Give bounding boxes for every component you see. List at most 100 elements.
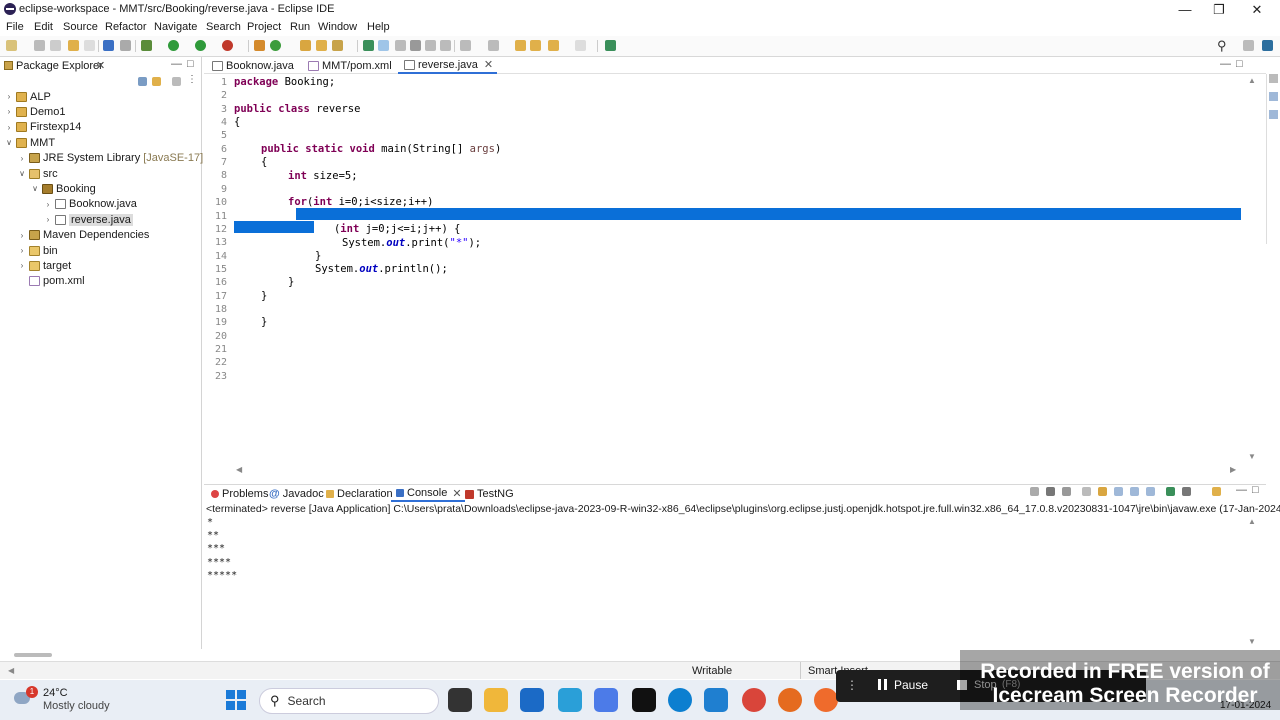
tree-item[interactable]: › Booknow.java <box>43 197 137 212</box>
firefox-icon[interactable] <box>778 688 802 712</box>
external-tools-icon[interactable] <box>222 40 233 51</box>
open-folder-icon[interactable] <box>316 40 327 51</box>
task-view-icon[interactable] <box>448 688 472 712</box>
redo-icon[interactable] <box>84 40 95 51</box>
collapse-all-icon[interactable] <box>138 77 147 86</box>
clear-console-icon[interactable] <box>1082 487 1091 496</box>
tree-item[interactable]: › target <box>17 258 71 273</box>
menu-file[interactable]: File <box>6 21 24 33</box>
explorer-scrollbar[interactable] <box>14 653 52 657</box>
remove-launch-icon[interactable] <box>1046 487 1055 496</box>
console-vertical-scrollbar[interactable]: ▲ ▼ <box>1246 517 1260 647</box>
tree-item[interactable]: ∨ src <box>17 166 58 181</box>
tab-declaration[interactable]: Declaration <box>321 486 396 502</box>
close-icon[interactable]: ✕ <box>96 59 105 72</box>
tree-item[interactable]: › reverse.java <box>43 212 133 227</box>
outline-icon[interactable] <box>1269 92 1278 101</box>
menu-edit[interactable]: Edit <box>34 21 53 33</box>
chevron-right-icon[interactable]: › <box>43 215 53 224</box>
recorder-app-icon[interactable] <box>814 688 838 712</box>
chevron-down-icon[interactable]: ∨ <box>17 169 27 178</box>
task-list-icon[interactable] <box>1269 110 1278 119</box>
windows-start-icon[interactable] <box>226 690 246 710</box>
scroll-left-icon[interactable]: ◀ <box>8 666 14 675</box>
chevron-right-icon[interactable]: › <box>17 231 27 240</box>
tab-booknow-java[interactable]: Booknow.java <box>206 57 298 74</box>
link-editor-icon[interactable] <box>152 77 161 86</box>
menu-source[interactable]: Source <box>63 21 98 33</box>
java-perspective-icon[interactable] <box>1262 40 1273 51</box>
package-explorer-tab[interactable]: Package Explorer <box>16 60 103 72</box>
block-select-icon[interactable] <box>410 40 421 51</box>
maximize-view-icon[interactable]: □ <box>187 58 194 70</box>
run-icon[interactable] <box>168 40 179 51</box>
chevron-right-icon[interactable]: › <box>17 261 27 270</box>
pause-button[interactable]: Pause <box>894 678 928 692</box>
menu-navigate[interactable]: Navigate <box>154 21 197 33</box>
code-area[interactable]: package Booking; public class reverse { … <box>204 74 1244 464</box>
chevron-down-icon[interactable]: ∨ <box>4 138 14 147</box>
vscode-icon[interactable] <box>704 688 728 712</box>
tree-item[interactable]: › JRE System Library [JavaSE-17] <box>17 151 203 166</box>
tree-item[interactable]: ∨ MMT <box>4 135 55 150</box>
maximize-button[interactable]: ❐ <box>1202 0 1236 19</box>
tree-item[interactable]: ∨ Booking <box>30 181 96 196</box>
editor-vertical-scrollbar[interactable]: ▲ ▼ <box>1246 74 1260 464</box>
skip-breakpoints-icon[interactable] <box>120 40 131 51</box>
new-class-icon[interactable] <box>270 40 281 51</box>
forward-icon[interactable] <box>575 40 586 51</box>
tree-item[interactable]: pom.xml <box>17 274 85 289</box>
save-all-icon[interactable] <box>50 40 61 51</box>
coverage-icon[interactable] <box>195 40 206 51</box>
show-whitespace-icon[interactable] <box>425 40 436 51</box>
tab-problems[interactable]: Problems <box>206 486 271 502</box>
terminate-icon[interactable] <box>1030 487 1039 496</box>
undo-icon[interactable] <box>68 40 79 51</box>
view-menu-icon[interactable]: ⋮ <box>187 74 197 85</box>
open-console-icon[interactable] <box>1212 487 1221 496</box>
last-edit-icon[interactable] <box>515 40 526 51</box>
annotation-icon[interactable] <box>363 40 374 51</box>
tab-javadoc[interactable]: @ Javadoc <box>266 486 327 502</box>
menu-help[interactable]: Help <box>367 21 390 33</box>
microsoft-store-icon[interactable] <box>520 688 544 712</box>
search-tool-icon[interactable] <box>332 40 343 51</box>
terminal-icon[interactable] <box>103 40 114 51</box>
search-icon[interactable]: ⚲ <box>1217 38 1227 54</box>
tree-item[interactable]: › Maven Dependencies <box>17 228 150 243</box>
editor-horizontal-scrollbar[interactable]: ◀ ▶ <box>234 465 1244 475</box>
open-perspective-icon[interactable] <box>1243 40 1254 51</box>
minimize-view-icon[interactable]: — <box>1220 58 1231 70</box>
back-dropdown-icon[interactable] <box>548 40 559 51</box>
save-icon[interactable] <box>34 40 45 51</box>
remove-all-icon[interactable] <box>1062 487 1071 496</box>
tree-item[interactable]: › ALP <box>4 89 51 104</box>
minimize-view-icon[interactable]: — <box>171 58 182 70</box>
word-wrap-icon[interactable] <box>1114 487 1123 496</box>
close-window-button[interactable]: ✕ <box>1240 0 1274 19</box>
minimize-button[interactable]: — <box>1168 0 1202 19</box>
zoom-icon[interactable] <box>594 688 618 712</box>
menu-refactor[interactable]: Refactor <box>105 21 147 33</box>
tree-item[interactable]: › bin <box>17 243 58 258</box>
taskbar-search[interactable]: ⚲ Search <box>259 688 439 714</box>
open-type-icon[interactable] <box>300 40 311 51</box>
menu-project[interactable]: Project <box>247 21 281 33</box>
new-icon[interactable] <box>6 40 17 51</box>
file-explorer-icon[interactable] <box>484 688 508 712</box>
chevron-right-icon[interactable]: › <box>4 123 14 132</box>
maximize-view-icon[interactable]: □ <box>1252 484 1259 496</box>
debug-icon[interactable] <box>141 40 152 51</box>
pin-console-icon[interactable] <box>1166 487 1175 496</box>
back-icon[interactable] <box>530 40 541 51</box>
pin-editor-icon[interactable] <box>605 40 616 51</box>
weather-widget[interactable]: 1 <box>10 686 38 712</box>
toggle-mark-icon[interactable] <box>395 40 406 51</box>
tab-reverse-java[interactable]: reverse.java ✕ <box>398 57 498 74</box>
restore-icon[interactable] <box>1269 74 1278 83</box>
chevron-right-icon[interactable]: › <box>17 154 27 163</box>
tree-item[interactable]: › Demo1 <box>4 104 66 119</box>
chevron-down-icon[interactable]: ∨ <box>30 184 40 193</box>
filter-icon[interactable] <box>172 77 181 86</box>
chevron-right-icon[interactable]: › <box>43 200 53 209</box>
